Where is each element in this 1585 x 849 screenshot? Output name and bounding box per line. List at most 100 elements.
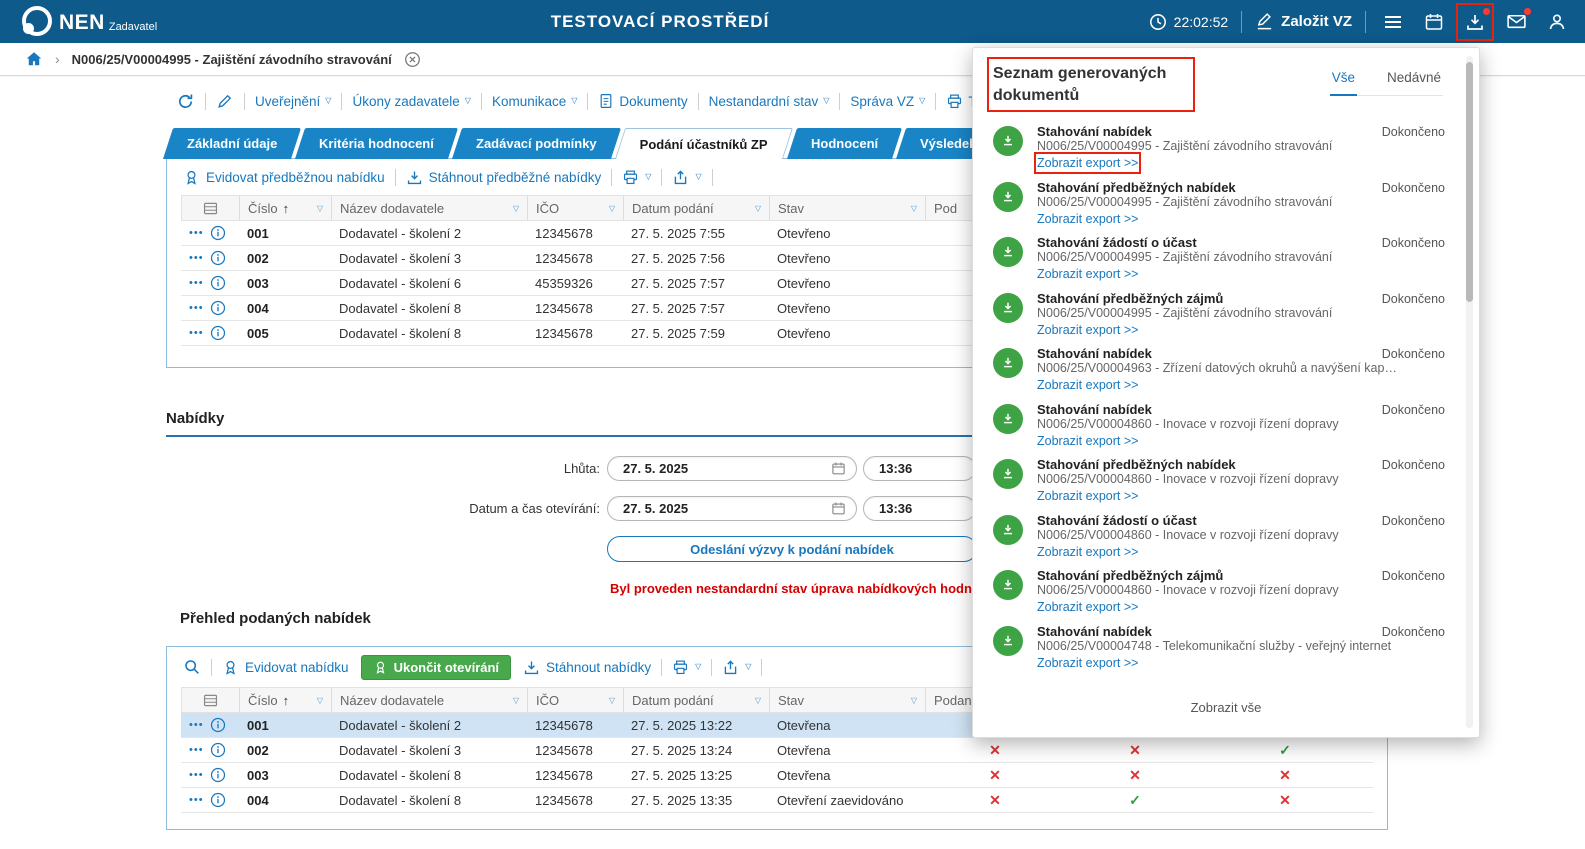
- calendar-icon[interactable]: [831, 461, 846, 476]
- ukoncit-oteviani-button[interactable]: Ukončit otevírání: [361, 655, 511, 680]
- info-icon[interactable]: [210, 742, 226, 758]
- print-dropdown[interactable]: ▽: [672, 659, 701, 676]
- scrollbar-thumb[interactable]: [1466, 62, 1473, 302]
- user-profile-button[interactable]: [1543, 8, 1571, 36]
- evidovat-nabidku-button[interactable]: Evidovat nabídku: [222, 659, 349, 676]
- menu-dokumenty[interactable]: Dokumenty: [598, 93, 687, 109]
- column-header-cislo[interactable]: Číslo↑ ▽: [240, 196, 332, 220]
- tab-zakladni-udaje[interactable]: Základní údaje: [163, 128, 301, 159]
- column-header-stav[interactable]: Stav▽: [770, 196, 926, 220]
- row-menu-icon[interactable]: •••: [189, 228, 204, 239]
- column-header-datum[interactable]: Datum podání▽: [624, 196, 770, 220]
- filter-icon[interactable]: ▽: [755, 696, 761, 705]
- calendar-icon[interactable]: [831, 501, 846, 516]
- menu-sprava-vz[interactable]: Správa VZ▽: [850, 94, 925, 109]
- menu-komunikace[interactable]: Komunikace▽: [492, 94, 577, 109]
- column-header-datum[interactable]: Datum podání▽: [624, 688, 770, 712]
- lhuta-date-field[interactable]: 27. 5. 2025: [607, 456, 857, 481]
- row-menu-icon[interactable]: •••: [189, 720, 204, 731]
- row-menu-icon[interactable]: •••: [189, 795, 204, 806]
- offer-row[interactable]: ••• 002 Dodavatel - školení 3 12345678 2…: [181, 738, 1373, 763]
- column-header-nazev[interactable]: Název dodavatele▽: [332, 688, 528, 712]
- filter-icon[interactable]: ▽: [513, 204, 519, 213]
- row-menu-icon[interactable]: •••: [189, 328, 204, 339]
- column-chooser-button[interactable]: [182, 196, 240, 220]
- filter-icon[interactable]: ▽: [609, 204, 615, 213]
- row-menu-icon[interactable]: •••: [189, 253, 204, 264]
- evidovat-predbeznou-nabidku-button[interactable]: Evidovat předběžnou nabídku: [183, 169, 385, 186]
- show-export-link[interactable]: Zobrazit export >>: [1037, 211, 1138, 227]
- menu-uverejneni[interactable]: Uveřejnění▽: [255, 94, 331, 109]
- create-vz-button[interactable]: Založit VZ: [1255, 12, 1352, 31]
- oteviani-date-field[interactable]: 27. 5. 2025: [607, 496, 857, 521]
- info-icon[interactable]: [210, 225, 226, 241]
- show-export-link[interactable]: Zobrazit export >>: [1037, 322, 1138, 338]
- info-icon[interactable]: [210, 275, 226, 291]
- info-icon[interactable]: [210, 717, 226, 733]
- filter-icon[interactable]: ▽: [911, 204, 917, 213]
- show-export-link[interactable]: Zobrazit export >>: [1037, 377, 1138, 393]
- show-export-link[interactable]: Zobrazit export >>: [1037, 488, 1138, 504]
- tab-zadavaci-podminky[interactable]: Zadávací podmínky: [452, 128, 621, 159]
- menu-button[interactable]: [1379, 8, 1407, 36]
- stahnout-predbezne-nabidky-button[interactable]: Stáhnout předběžné nabídky: [406, 169, 602, 186]
- nen-logo[interactable]: NEN Zadavatel: [22, 6, 157, 36]
- info-icon[interactable]: [210, 325, 226, 341]
- column-header-ico[interactable]: IČO▽: [528, 688, 624, 712]
- send-invitation-button[interactable]: Odeslání výzvy k podání nabídek: [607, 536, 977, 562]
- show-export-link[interactable]: Zobrazit export >>: [1037, 599, 1138, 615]
- column-header-nazev[interactable]: Název dodavatele▽: [332, 196, 528, 220]
- menu-nestandardni-stav[interactable]: Nestandardní stav▽: [709, 94, 830, 109]
- panel-tabs: Vše Nedávné: [1330, 70, 1443, 96]
- show-export-link[interactable]: Zobrazit export >>: [1037, 433, 1138, 449]
- column-header-cislo[interactable]: Číslo↑ ▽: [240, 688, 332, 712]
- info-icon[interactable]: [210, 250, 226, 266]
- row-menu-icon[interactable]: •••: [189, 303, 204, 314]
- filter-icon[interactable]: ▽: [317, 696, 323, 705]
- lhuta-time-field[interactable]: 13:36: [863, 456, 976, 481]
- info-icon[interactable]: [210, 300, 226, 316]
- messages-button[interactable]: [1502, 8, 1530, 36]
- calendar-button[interactable]: [1420, 8, 1448, 36]
- filter-icon[interactable]: ▽: [513, 696, 519, 705]
- breadcrumb-current[interactable]: N006/25/V00004995 - Zajištění závodního …: [72, 52, 392, 67]
- show-export-link[interactable]: Zobrazit export >>: [1037, 155, 1138, 171]
- show-export-link[interactable]: Zobrazit export >>: [1037, 544, 1138, 560]
- document-item: Stahování předběžných nabídek N006/25/V0…: [993, 180, 1445, 236]
- search-button[interactable]: [183, 658, 201, 676]
- print-dropdown[interactable]: ▽: [622, 169, 651, 186]
- tab-kriteria-hodnoceni[interactable]: Kritéria hodnocení: [295, 128, 458, 159]
- home-icon[interactable]: [25, 50, 43, 68]
- filter-icon[interactable]: ▽: [755, 204, 761, 213]
- filter-icon[interactable]: ▽: [609, 696, 615, 705]
- info-icon[interactable]: [210, 792, 226, 808]
- offer-row[interactable]: ••• 003 Dodavatel - školení 8 12345678 2…: [181, 763, 1373, 788]
- oteviani-time-field[interactable]: 13:36: [863, 496, 976, 521]
- column-header-ico[interactable]: IČO▽: [528, 196, 624, 220]
- info-icon[interactable]: [210, 767, 226, 783]
- row-menu-icon[interactable]: •••: [189, 278, 204, 289]
- export-dropdown[interactable]: ▽: [722, 659, 751, 676]
- tab-vse[interactable]: Vše: [1330, 70, 1357, 96]
- column-chooser-button[interactable]: [182, 688, 240, 712]
- stahnout-nabidky-button[interactable]: Stáhnout nabídky: [523, 659, 651, 676]
- show-export-link[interactable]: Zobrazit export >>: [1037, 655, 1138, 671]
- panel-scrollbar[interactable]: [1466, 56, 1473, 728]
- refresh-icon[interactable]: [176, 92, 195, 111]
- row-menu-icon[interactable]: •••: [189, 745, 204, 756]
- row-menu-icon[interactable]: •••: [189, 770, 204, 781]
- show-export-link[interactable]: Zobrazit export >>: [1037, 266, 1138, 282]
- edit-record-icon[interactable]: [216, 92, 234, 110]
- offer-row[interactable]: ••• 004 Dodavatel - školení 8 12345678 2…: [181, 788, 1373, 813]
- tab-podani-ucastniku[interactable]: Podání účastníků ZP: [615, 128, 793, 159]
- filter-icon[interactable]: ▽: [911, 696, 917, 705]
- export-dropdown[interactable]: ▽: [672, 169, 701, 186]
- menu-ukony-zadavatele[interactable]: Úkony zadavatele▽: [352, 94, 470, 109]
- column-header-stav[interactable]: Stav▽: [770, 688, 926, 712]
- filter-icon[interactable]: ▽: [317, 204, 323, 213]
- close-tab-icon[interactable]: [404, 51, 421, 68]
- generated-documents-button[interactable]: [1461, 8, 1489, 36]
- show-all-link[interactable]: Zobrazit vše: [973, 700, 1479, 715]
- tab-hodnoceni[interactable]: Hodnocení: [787, 128, 902, 159]
- tab-nedavne[interactable]: Nedávné: [1385, 70, 1443, 95]
